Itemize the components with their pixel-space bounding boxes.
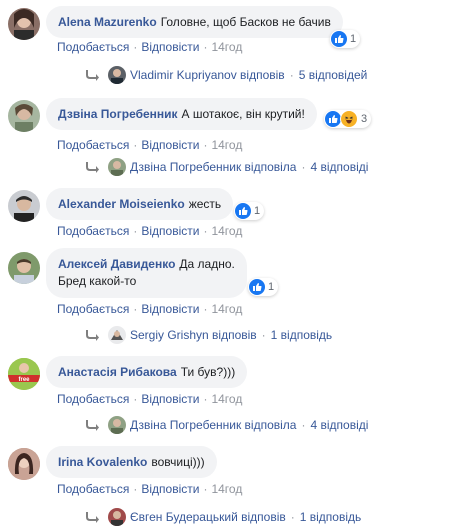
timestamp[interactable]: 14год: [211, 40, 242, 54]
reply-author: Євген Будерацький відповів: [130, 510, 286, 524]
comment-text: Головне, щоб Басков не бачив: [160, 15, 331, 29]
reply-arrow-icon: [86, 512, 99, 523]
svg-text:free: free: [18, 377, 30, 383]
comment-actions: Подобається · Відповісти · 14год: [57, 392, 243, 406]
reactions-badge[interactable]: 3: [324, 110, 372, 128]
reply-link[interactable]: Відповісти: [141, 392, 199, 406]
avatar: [108, 66, 126, 84]
reply-count: 1 відповідь: [299, 510, 362, 524]
avatar: [108, 508, 126, 526]
avatar: [108, 416, 126, 434]
reply-arrow-icon: [86, 70, 99, 81]
like-icon: [249, 279, 265, 295]
reply-author: Дзвіна Погребенник відповіла: [130, 418, 297, 432]
comment-bubble: Алексей Давиденко Да ладно. Бред какой-то: [46, 248, 247, 298]
reply-author: Sergiy Grishyn відповів: [130, 328, 257, 342]
reply-count: 4 відповіді: [310, 160, 369, 174]
reply-author: Vladimir Kupriyanov відповів: [130, 68, 285, 82]
reactions-badge[interactable]: 1: [330, 30, 361, 48]
comment-actions: Подобається · Відповісти · 14год: [57, 138, 243, 152]
timestamp[interactable]: 14год: [211, 224, 242, 238]
replies-link[interactable]: Sergiy Grishyn відповів · 1 відповідь: [86, 326, 332, 344]
reaction-count: 1: [268, 281, 275, 293]
reactions-badge[interactable]: 1: [234, 202, 265, 220]
comment-actions: Подобається · Відповісти · 14год: [57, 40, 243, 54]
timestamp[interactable]: 14год: [211, 302, 242, 316]
comment-actions: Подобається · Відповісти · 14год: [57, 224, 243, 238]
comment-text: А шотакоє, він крутий!: [181, 107, 305, 121]
comment-author[interactable]: Дзвіна Погребенник: [58, 107, 178, 121]
reaction-count: 1: [254, 205, 261, 217]
avatar[interactable]: [8, 190, 40, 222]
reactions-badge[interactable]: 1: [248, 278, 279, 296]
like-link[interactable]: Подобається: [57, 392, 129, 406]
comment-actions: Подобається · Відповісти · 14год: [57, 482, 243, 496]
like-icon: [325, 111, 341, 127]
reply-link[interactable]: Відповісти: [141, 482, 199, 496]
replies-link[interactable]: Євген Будерацький відповів · 1 відповідь: [86, 508, 361, 526]
avatar: [108, 326, 126, 344]
comment-bubble: Irina Kovalenko вовчиці))): [46, 446, 217, 478]
replies-link[interactable]: Vladimir Kupriyanov відповів · 5 відповіде…: [86, 66, 367, 84]
timestamp[interactable]: 14год: [211, 392, 242, 406]
like-link[interactable]: Подобається: [57, 224, 129, 238]
comment-bubble: Дзвіна Погребенник А шотакоє, він крутий!: [46, 98, 317, 130]
comment-text-line2: Бред какой-то: [58, 274, 137, 288]
avatar[interactable]: free: [8, 358, 40, 390]
timestamp[interactable]: 14год: [211, 482, 242, 496]
avatar[interactable]: [8, 8, 40, 40]
comment-actions: Подобається · Відповісти · 14год: [57, 302, 243, 316]
reply-count: 4 відповіді: [310, 418, 369, 432]
reaction-count: 1: [350, 33, 357, 45]
comment-text: Да ладно.: [179, 257, 235, 271]
reply-link[interactable]: Відповісти: [141, 302, 199, 316]
reaction-count: 3: [361, 113, 368, 125]
comment-bubble: Alena Mazurenko Головне, щоб Басков не ба…: [46, 6, 343, 38]
like-icon: [331, 31, 347, 47]
reply-arrow-icon: [86, 162, 99, 173]
comment-author[interactable]: Alena Mazurenko: [58, 15, 157, 29]
reply-count: 1 відповідь: [270, 328, 333, 342]
reply-author: Дзвіна Погребенник відповіла: [130, 160, 297, 174]
comment-author[interactable]: Анастасія Рибакова: [58, 365, 177, 379]
replies-link[interactable]: Дзвіна Погребенник відповіла · 4 відповіді: [86, 416, 368, 434]
comment-text: вовчиці))): [151, 455, 205, 469]
avatar: [108, 158, 126, 176]
avatar[interactable]: [8, 448, 40, 480]
comment-author[interactable]: Alexander Moiseienko: [58, 197, 185, 211]
comment-author[interactable]: Irina Kovalenko: [58, 455, 147, 469]
like-link[interactable]: Подобається: [57, 302, 129, 316]
avatar[interactable]: [8, 252, 40, 284]
reply-arrow-icon: [86, 330, 99, 341]
avatar[interactable]: [8, 100, 40, 132]
timestamp[interactable]: 14год: [211, 138, 242, 152]
comment-bubble: Анастасія Рибакова Ти був?))): [46, 356, 248, 388]
reply-count: 5 відповідей: [298, 68, 368, 82]
comment-bubble: Alexander Moiseienko жесть: [46, 188, 234, 220]
haha-icon: [340, 110, 358, 128]
like-icon: [235, 203, 251, 219]
like-link[interactable]: Подобається: [57, 482, 129, 496]
comment-text: жесть: [188, 197, 222, 211]
comment-author[interactable]: Алексей Давиденко: [58, 257, 175, 271]
like-link[interactable]: Подобається: [57, 40, 129, 54]
reply-arrow-icon: [86, 420, 99, 431]
reply-link[interactable]: Відповісти: [141, 224, 199, 238]
reply-link[interactable]: Відповісти: [141, 138, 199, 152]
like-link[interactable]: Подобається: [57, 138, 129, 152]
comment-text: Ти був?))): [180, 365, 236, 379]
replies-link[interactable]: Дзвіна Погребенник відповіла · 4 відповіді: [86, 158, 368, 176]
reply-link[interactable]: Відповісти: [141, 40, 199, 54]
